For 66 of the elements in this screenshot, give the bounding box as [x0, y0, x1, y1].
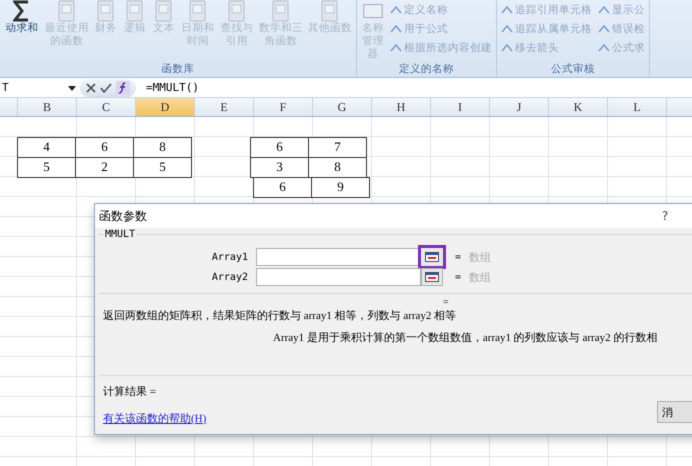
ribbon-button[interactable]: 追踪引用单元格 — [501, 0, 592, 19]
dialog-title: 函数参数 — [99, 208, 147, 224]
help-button[interactable]: ? — [645, 209, 685, 223]
range-icon — [425, 272, 439, 282]
formula-field[interactable]: =MMULT() — [136, 81, 199, 94]
column-header[interactable]: B — [18, 98, 77, 116]
range-icon — [425, 252, 439, 262]
table-cell: 3 — [250, 157, 309, 178]
table-cell: 8 — [308, 157, 367, 178]
sigma-icon — [13, 0, 31, 22]
table-cell: 6 — [253, 177, 312, 198]
argument-label: Array2 — [210, 272, 249, 282]
table-cell: 5 — [133, 157, 192, 178]
argument-description: Array1 是用于乘积计算的第一个数组数值，array1 的列数应该与 array2 的行数相 — [272, 330, 658, 346]
equals-sign: = — [455, 252, 462, 262]
table-cell: 6 — [250, 137, 309, 158]
group-label: 定义的名称 — [398, 62, 455, 77]
column-header[interactable]: E — [195, 98, 254, 116]
help-link[interactable]: 有关该函数的帮助(H) — [103, 413, 206, 425]
column-header[interactable]: G — [313, 98, 372, 116]
table-cell: 4 — [17, 137, 76, 158]
argument-hint: 数组 — [469, 250, 492, 264]
ribbon-button[interactable]: 显示公 — [598, 0, 645, 19]
ribbon-button[interactable]: 公式求 — [598, 38, 645, 57]
function-description: 返回两数组的矩阵积，结果矩阵的行数与 array1 相等，列数与 array2 相等 — [102, 309, 458, 324]
equals-sign: = — [455, 272, 462, 282]
result-label: 计算结果 = — [103, 385, 157, 399]
group-label: 函数库 — [160, 62, 196, 77]
ribbon-button[interactable]: 逻辑 — [123, 22, 147, 35]
table-cell: 7 — [308, 137, 367, 158]
table-cell: 9 — [311, 177, 370, 198]
argument-hint: 数组 — [469, 270, 492, 284]
ribbon-button[interactable]: 动求和 — [4, 22, 40, 35]
ribbon-button[interactable]: 用于公式 — [390, 19, 492, 38]
ribbon-button[interactable]: 其他函数 — [308, 22, 352, 35]
ribbon-button[interactable]: 文本 — [152, 22, 176, 35]
equals-sign: = — [443, 297, 449, 308]
cancel-icon[interactable] — [86, 82, 96, 92]
table-cell: 6 — [75, 137, 134, 158]
dropdown-caret-icon[interactable] — [68, 86, 76, 91]
ribbon-button[interactable]: 根据所选内容创建 — [390, 38, 492, 57]
column-header[interactable]: D — [136, 98, 195, 116]
input-field[interactable] — [256, 248, 421, 266]
name-box[interactable]: T — [0, 81, 80, 94]
dialog-button[interactable]: 消 — [657, 401, 692, 423]
ribbon-button[interactable]: 财务 — [94, 22, 118, 35]
column-header[interactable]: I — [431, 98, 490, 116]
input-field[interactable] — [256, 268, 421, 286]
column-header[interactable]: F — [254, 98, 313, 116]
check-icon[interactable] — [100, 82, 112, 92]
ribbon-button[interactable]: 追踪从属单元格 — [501, 19, 592, 38]
ribbon-button[interactable]: 错误检 — [598, 19, 645, 38]
range-picker-button[interactable] — [421, 268, 443, 286]
column-header[interactable]: K — [549, 98, 608, 116]
column-header[interactable]: J — [490, 98, 549, 116]
argument-label: Array1 — [210, 252, 249, 262]
ribbon-button[interactable]: 移去箭头 — [501, 38, 592, 57]
function-icon[interactable] — [116, 80, 130, 94]
table-cell: 2 — [75, 157, 134, 178]
group-label: 公式审核 — [550, 62, 596, 77]
ribbon-button[interactable]: 定义名称 — [390, 0, 492, 19]
function-name: MMULT — [103, 229, 138, 240]
column-header[interactable]: H — [372, 98, 431, 116]
table-cell: 5 — [17, 157, 76, 178]
table-cell: 8 — [133, 137, 192, 158]
column-header[interactable]: L — [608, 98, 667, 116]
